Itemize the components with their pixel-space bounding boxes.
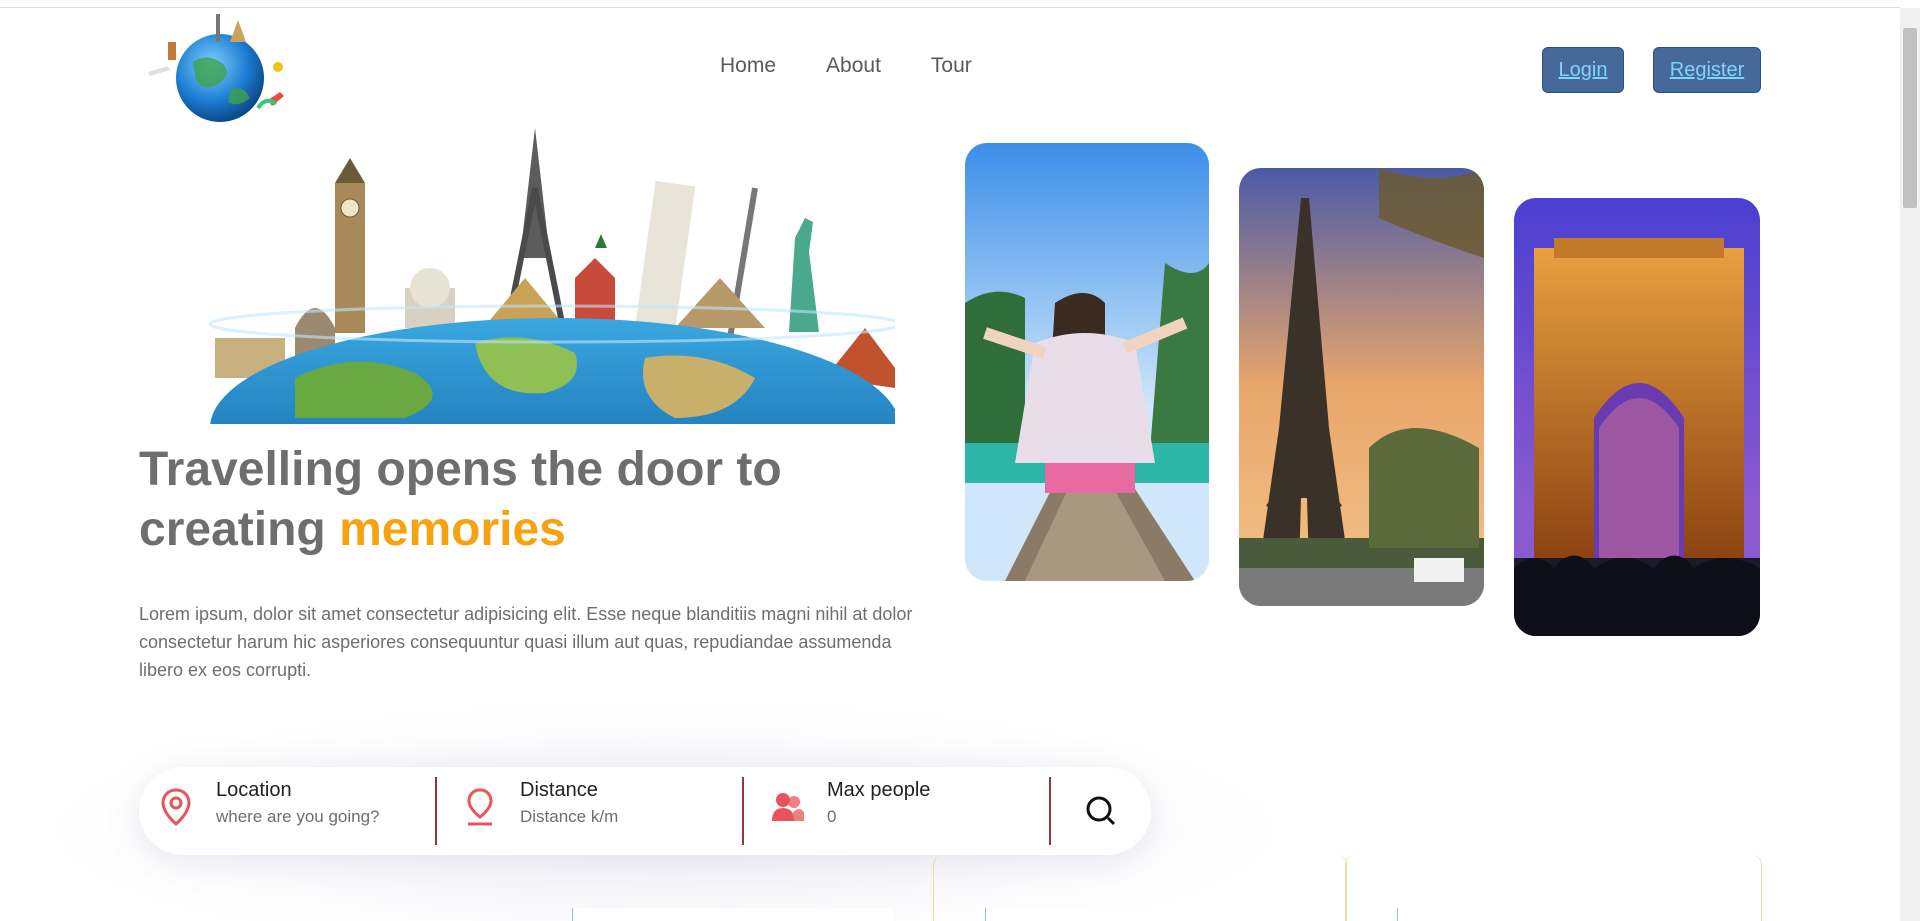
- distance-input[interactable]: Distance k/m: [520, 807, 618, 827]
- max-people-field[interactable]: Max people 0: [750, 767, 1046, 855]
- distance-label: Distance: [520, 779, 598, 801]
- hero-photo-india-gate: [1514, 198, 1760, 636]
- headline-accent: memories: [339, 503, 566, 556]
- page-scrollbar[interactable]: [1900, 8, 1920, 921]
- card-strip: [1397, 908, 1400, 921]
- nav-home[interactable]: Home: [720, 54, 776, 78]
- hero-landmarks-image: [208, 128, 895, 424]
- nav-tour[interactable]: Tour: [931, 54, 972, 78]
- max-people-label: Max people: [827, 779, 931, 801]
- hero-photo-boat: [965, 143, 1209, 581]
- search-icon[interactable]: [1084, 794, 1118, 828]
- login-button[interactable]: Login: [1542, 47, 1624, 93]
- site-logo[interactable]: [138, 12, 304, 130]
- register-button[interactable]: Register: [1653, 47, 1761, 93]
- location-input[interactable]: where are you going?: [216, 807, 380, 827]
- max-people-input[interactable]: 0: [827, 807, 836, 827]
- main-nav: Home About Tour: [720, 54, 1022, 78]
- location-field[interactable]: Location where are you going?: [139, 767, 435, 855]
- search-bar: Location where are you going? Distance D…: [139, 767, 1151, 855]
- tour-card-partial: [1345, 855, 1762, 921]
- location-label: Location: [216, 779, 292, 801]
- nav-about[interactable]: About: [826, 54, 881, 78]
- scrollbar-thumb[interactable]: [1903, 28, 1917, 208]
- users-icon: [772, 793, 804, 821]
- hero-photo-eiffel: [1239, 168, 1484, 606]
- field-divider: [435, 777, 437, 845]
- map-pin-icon: [161, 788, 191, 826]
- field-divider: [1049, 777, 1051, 845]
- page: Home About Tour Login Register Travellin…: [0, 0, 1900, 921]
- pin-drop-icon: [467, 788, 493, 826]
- top-border: [0, 0, 1900, 8]
- card-strip: [985, 908, 1316, 921]
- card-strip: [572, 908, 893, 921]
- field-divider: [742, 777, 744, 845]
- distance-field[interactable]: Distance Distance k/m: [443, 767, 739, 855]
- hero-headline: Travelling opens the door to creating me…: [139, 440, 959, 560]
- hero-description: Lorem ipsum, dolor sit amet consectetur …: [139, 604, 913, 680]
